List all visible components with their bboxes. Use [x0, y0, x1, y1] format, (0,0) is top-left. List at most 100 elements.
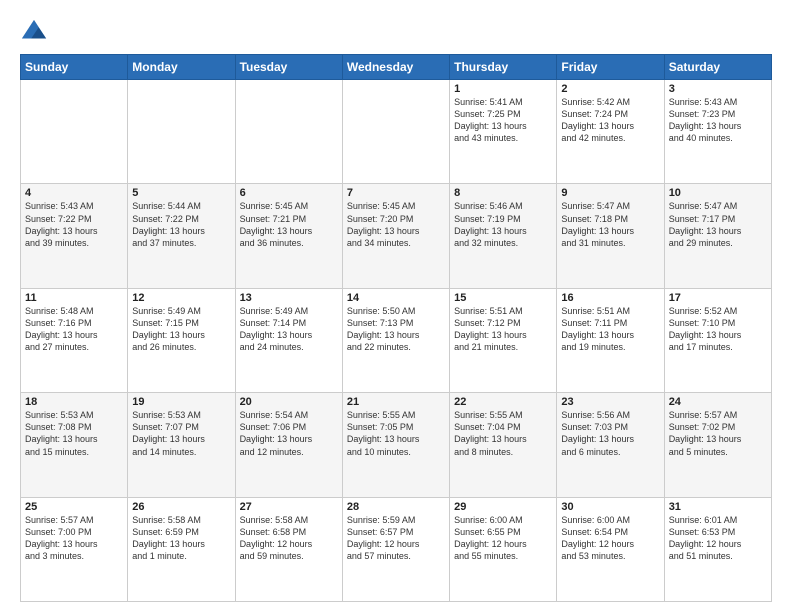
day-number: 13 [240, 292, 338, 304]
calendar-week-4: 18Sunrise: 5:53 AM Sunset: 7:08 PM Dayli… [21, 393, 772, 497]
calendar-cell: 24Sunrise: 5:57 AM Sunset: 7:02 PM Dayli… [664, 393, 771, 497]
day-number: 2 [561, 83, 659, 95]
day-info: Sunrise: 5:55 AM Sunset: 7:04 PM Dayligh… [454, 409, 552, 458]
calendar-cell: 9Sunrise: 5:47 AM Sunset: 7:18 PM Daylig… [557, 184, 664, 288]
day-info: Sunrise: 5:56 AM Sunset: 7:03 PM Dayligh… [561, 409, 659, 458]
calendar-cell: 10Sunrise: 5:47 AM Sunset: 7:17 PM Dayli… [664, 184, 771, 288]
day-info: Sunrise: 5:48 AM Sunset: 7:16 PM Dayligh… [25, 305, 123, 354]
day-header-friday: Friday [557, 55, 664, 80]
day-info: Sunrise: 5:57 AM Sunset: 7:00 PM Dayligh… [25, 514, 123, 563]
calendar-cell: 27Sunrise: 5:58 AM Sunset: 6:58 PM Dayli… [235, 497, 342, 601]
day-info: Sunrise: 5:58 AM Sunset: 6:59 PM Dayligh… [132, 514, 230, 563]
day-number: 4 [25, 187, 123, 199]
day-info: Sunrise: 5:45 AM Sunset: 7:21 PM Dayligh… [240, 200, 338, 249]
day-info: Sunrise: 5:49 AM Sunset: 7:14 PM Dayligh… [240, 305, 338, 354]
day-number: 31 [669, 501, 767, 513]
calendar-cell: 2Sunrise: 5:42 AM Sunset: 7:24 PM Daylig… [557, 80, 664, 184]
calendar-cell: 22Sunrise: 5:55 AM Sunset: 7:04 PM Dayli… [450, 393, 557, 497]
day-number: 1 [454, 83, 552, 95]
day-info: Sunrise: 5:41 AM Sunset: 7:25 PM Dayligh… [454, 96, 552, 145]
day-number: 26 [132, 501, 230, 513]
day-number: 21 [347, 396, 445, 408]
day-header-wednesday: Wednesday [342, 55, 449, 80]
day-info: Sunrise: 5:49 AM Sunset: 7:15 PM Dayligh… [132, 305, 230, 354]
day-info: Sunrise: 5:47 AM Sunset: 7:17 PM Dayligh… [669, 200, 767, 249]
day-header-monday: Monday [128, 55, 235, 80]
calendar-cell: 30Sunrise: 6:00 AM Sunset: 6:54 PM Dayli… [557, 497, 664, 601]
day-number: 3 [669, 83, 767, 95]
calendar-cell [235, 80, 342, 184]
calendar-table: SundayMondayTuesdayWednesdayThursdayFrid… [20, 54, 772, 602]
calendar-cell: 16Sunrise: 5:51 AM Sunset: 7:11 PM Dayli… [557, 288, 664, 392]
calendar-cell: 13Sunrise: 5:49 AM Sunset: 7:14 PM Dayli… [235, 288, 342, 392]
calendar-cell: 25Sunrise: 5:57 AM Sunset: 7:00 PM Dayli… [21, 497, 128, 601]
calendar-cell: 5Sunrise: 5:44 AM Sunset: 7:22 PM Daylig… [128, 184, 235, 288]
day-info: Sunrise: 6:00 AM Sunset: 6:54 PM Dayligh… [561, 514, 659, 563]
day-info: Sunrise: 5:42 AM Sunset: 7:24 PM Dayligh… [561, 96, 659, 145]
day-number: 14 [347, 292, 445, 304]
day-info: Sunrise: 5:53 AM Sunset: 7:08 PM Dayligh… [25, 409, 123, 458]
calendar-cell: 19Sunrise: 5:53 AM Sunset: 7:07 PM Dayli… [128, 393, 235, 497]
day-info: Sunrise: 6:01 AM Sunset: 6:53 PM Dayligh… [669, 514, 767, 563]
calendar-header-row: SundayMondayTuesdayWednesdayThursdayFrid… [21, 55, 772, 80]
day-header-thursday: Thursday [450, 55, 557, 80]
day-number: 11 [25, 292, 123, 304]
calendar-cell: 11Sunrise: 5:48 AM Sunset: 7:16 PM Dayli… [21, 288, 128, 392]
day-info: Sunrise: 5:58 AM Sunset: 6:58 PM Dayligh… [240, 514, 338, 563]
calendar-cell: 12Sunrise: 5:49 AM Sunset: 7:15 PM Dayli… [128, 288, 235, 392]
calendar-cell: 4Sunrise: 5:43 AM Sunset: 7:22 PM Daylig… [21, 184, 128, 288]
day-number: 16 [561, 292, 659, 304]
day-info: Sunrise: 5:51 AM Sunset: 7:12 PM Dayligh… [454, 305, 552, 354]
day-number: 5 [132, 187, 230, 199]
calendar-cell: 20Sunrise: 5:54 AM Sunset: 7:06 PM Dayli… [235, 393, 342, 497]
day-number: 8 [454, 187, 552, 199]
calendar-cell: 6Sunrise: 5:45 AM Sunset: 7:21 PM Daylig… [235, 184, 342, 288]
day-number: 9 [561, 187, 659, 199]
day-info: Sunrise: 5:43 AM Sunset: 7:22 PM Dayligh… [25, 200, 123, 249]
calendar-week-3: 11Sunrise: 5:48 AM Sunset: 7:16 PM Dayli… [21, 288, 772, 392]
day-info: Sunrise: 5:46 AM Sunset: 7:19 PM Dayligh… [454, 200, 552, 249]
calendar-cell: 26Sunrise: 5:58 AM Sunset: 6:59 PM Dayli… [128, 497, 235, 601]
day-info: Sunrise: 5:43 AM Sunset: 7:23 PM Dayligh… [669, 96, 767, 145]
day-number: 24 [669, 396, 767, 408]
calendar-week-5: 25Sunrise: 5:57 AM Sunset: 7:00 PM Dayli… [21, 497, 772, 601]
day-number: 15 [454, 292, 552, 304]
calendar-week-2: 4Sunrise: 5:43 AM Sunset: 7:22 PM Daylig… [21, 184, 772, 288]
day-info: Sunrise: 5:53 AM Sunset: 7:07 PM Dayligh… [132, 409, 230, 458]
day-info: Sunrise: 5:54 AM Sunset: 7:06 PM Dayligh… [240, 409, 338, 458]
day-number: 22 [454, 396, 552, 408]
day-header-sunday: Sunday [21, 55, 128, 80]
day-info: Sunrise: 5:50 AM Sunset: 7:13 PM Dayligh… [347, 305, 445, 354]
day-number: 27 [240, 501, 338, 513]
calendar-week-1: 1Sunrise: 5:41 AM Sunset: 7:25 PM Daylig… [21, 80, 772, 184]
calendar-cell: 31Sunrise: 6:01 AM Sunset: 6:53 PM Dayli… [664, 497, 771, 601]
day-info: Sunrise: 5:44 AM Sunset: 7:22 PM Dayligh… [132, 200, 230, 249]
logo-icon [20, 18, 48, 46]
calendar-cell: 29Sunrise: 6:00 AM Sunset: 6:55 PM Dayli… [450, 497, 557, 601]
day-info: Sunrise: 5:51 AM Sunset: 7:11 PM Dayligh… [561, 305, 659, 354]
logo [20, 18, 52, 46]
day-info: Sunrise: 5:52 AM Sunset: 7:10 PM Dayligh… [669, 305, 767, 354]
calendar-cell: 1Sunrise: 5:41 AM Sunset: 7:25 PM Daylig… [450, 80, 557, 184]
day-number: 29 [454, 501, 552, 513]
calendar-cell: 23Sunrise: 5:56 AM Sunset: 7:03 PM Dayli… [557, 393, 664, 497]
day-number: 6 [240, 187, 338, 199]
day-number: 20 [240, 396, 338, 408]
day-number: 17 [669, 292, 767, 304]
day-number: 23 [561, 396, 659, 408]
calendar-cell: 28Sunrise: 5:59 AM Sunset: 6:57 PM Dayli… [342, 497, 449, 601]
day-number: 30 [561, 501, 659, 513]
day-number: 12 [132, 292, 230, 304]
day-number: 28 [347, 501, 445, 513]
day-header-tuesday: Tuesday [235, 55, 342, 80]
calendar-cell: 7Sunrise: 5:45 AM Sunset: 7:20 PM Daylig… [342, 184, 449, 288]
day-info: Sunrise: 5:55 AM Sunset: 7:05 PM Dayligh… [347, 409, 445, 458]
calendar-cell: 17Sunrise: 5:52 AM Sunset: 7:10 PM Dayli… [664, 288, 771, 392]
day-number: 7 [347, 187, 445, 199]
calendar-cell: 21Sunrise: 5:55 AM Sunset: 7:05 PM Dayli… [342, 393, 449, 497]
day-number: 18 [25, 396, 123, 408]
day-header-saturday: Saturday [664, 55, 771, 80]
calendar-cell [128, 80, 235, 184]
day-info: Sunrise: 5:45 AM Sunset: 7:20 PM Dayligh… [347, 200, 445, 249]
calendar-cell [342, 80, 449, 184]
